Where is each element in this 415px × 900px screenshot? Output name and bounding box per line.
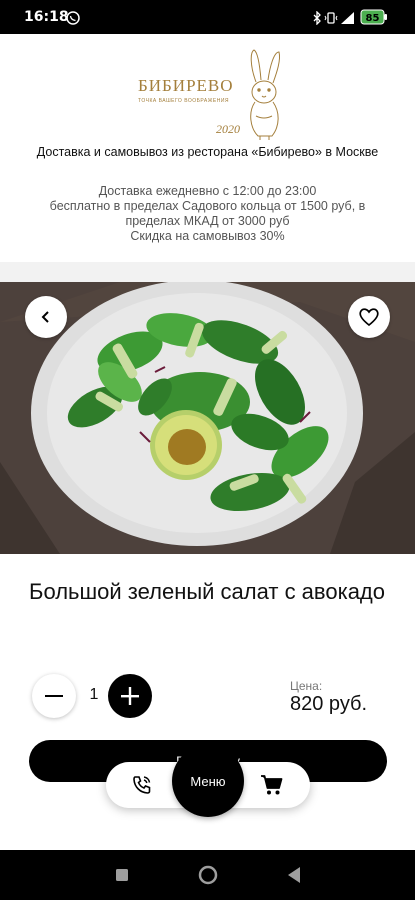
bluetooth-icon	[312, 10, 322, 29]
status-bar: 16:18 85	[0, 0, 415, 34]
delivery-free-conditions: бесплатно в пределах Садового кольца от …	[49, 199, 366, 228]
restaurant-header: БИБИРЕВО ТОЧКА ВАШЕГО ВООБРАЖЕНИЯ 2020 Д…	[0, 34, 415, 262]
quantity-stepper: 1	[32, 674, 152, 720]
phone-call-icon	[133, 776, 151, 794]
back-icon[interactable]	[286, 866, 302, 889]
battery-icon: 85	[360, 9, 388, 29]
quantity-value: 1	[89, 686, 99, 703]
section-divider	[0, 262, 415, 282]
plus-icon	[121, 687, 139, 705]
price-label: Цена:	[290, 679, 323, 693]
battery-level: 85	[366, 13, 380, 24]
cart-button[interactable]	[256, 769, 288, 801]
recent-apps-icon[interactable]	[115, 868, 129, 887]
delivery-info: Доставка ежедневно с 12:00 до 23:00 бесп…	[26, 184, 389, 244]
favorite-button[interactable]	[348, 296, 390, 338]
rabbit-logo-icon	[250, 49, 280, 140]
increase-quantity-button[interactable]	[108, 674, 152, 718]
product-title: Большой зеленый салат с авокадо	[29, 579, 386, 604]
signal-icon	[340, 10, 356, 29]
menu-button[interactable]: Меню	[172, 745, 244, 817]
delivery-hours: Доставка ежедневно с 12:00 до 23:00	[98, 184, 317, 198]
back-button[interactable]	[25, 296, 67, 338]
delivery-title: Доставка и самовывоз из ресторана «Бибир…	[36, 145, 379, 159]
whatsapp-icon	[66, 10, 80, 29]
vibrate-icon	[324, 10, 338, 29]
restaurant-logo[interactable]: БИБИРЕВО ТОЧКА ВАШЕГО ВООБРАЖЕНИЯ 2020	[132, 46, 292, 146]
logo-year: 2020	[216, 122, 240, 136]
price-value: 820 руб.	[290, 693, 368, 715]
logo-tagline: ТОЧКА ВАШЕГО ВООБРАЖЕНИЯ	[138, 98, 230, 104]
minus-icon	[45, 695, 63, 697]
home-icon[interactable]	[198, 865, 218, 890]
status-time: 16:18	[24, 9, 69, 25]
system-navigation-bar	[0, 850, 415, 900]
chevron-left-icon	[41, 311, 49, 323]
heart-icon	[359, 308, 379, 327]
logo-brand: БИБИРЕВО	[138, 76, 234, 95]
decrease-quantity-button[interactable]	[32, 674, 76, 718]
phone-call-button[interactable]	[126, 769, 158, 801]
pickup-discount: Скидка на самовывоз 30%	[130, 229, 285, 243]
cart-icon	[261, 775, 283, 795]
